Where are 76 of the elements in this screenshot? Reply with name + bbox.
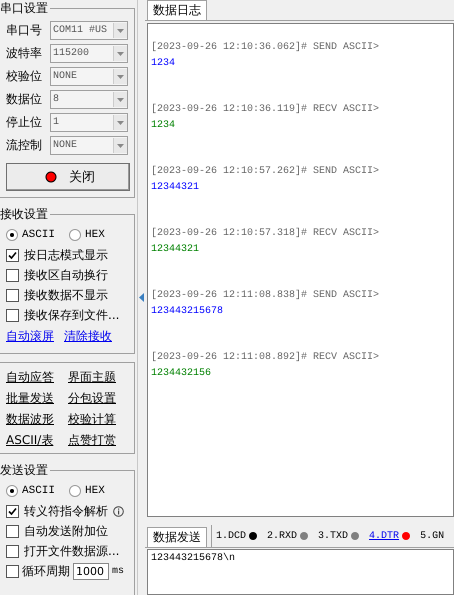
option-label: 转义符指令解析 — [24, 502, 108, 520]
log-data: 1234 — [151, 119, 176, 133]
tool-link[interactable]: 自动应答 — [6, 370, 54, 384]
tool-link[interactable]: 分包设置 — [68, 391, 116, 405]
signal-label[interactable]: 3.TXD — [318, 530, 348, 542]
checkbox[interactable] — [6, 248, 19, 262]
dropdown-arrow-icon[interactable] — [117, 74, 124, 78]
checkbox[interactable] — [6, 544, 19, 558]
dropdown-arrow-icon[interactable] — [117, 120, 124, 124]
log-header: [2023-09-26 12:10:57.318]# RECV ASCII> — [151, 226, 380, 241]
option-label: 接收区自动换行 — [24, 266, 108, 284]
dropdown[interactable]: COM11 #US — [50, 21, 128, 40]
field-label: 串口号 — [6, 22, 43, 39]
group-title: 接收设置 — [0, 206, 49, 223]
link[interactable]: 自动滚屏 — [6, 328, 54, 344]
tool-link[interactable]: 批量发送 — [6, 391, 54, 405]
signal-label[interactable]: 5.GN — [420, 530, 444, 542]
dropdown-arrow-icon[interactable] — [117, 144, 124, 148]
send-field[interactable]: 123443215678\n — [147, 549, 454, 595]
field-label: 流控制 — [6, 137, 43, 154]
tool-link[interactable]: 界面主题 — [68, 370, 116, 384]
option-label: 接收数据不显示 — [24, 286, 108, 304]
log-header: [2023-09-26 12:10:36.119]# RECV ASCII> — [151, 102, 380, 117]
radio-button[interactable]: HEX — [69, 229, 105, 241]
radio-button[interactable]: ASCII — [6, 485, 56, 497]
log-data: 123443215678 — [151, 305, 224, 319]
info-icon[interactable] — [113, 506, 124, 516]
signal-label[interactable]: 1.DCD — [216, 530, 246, 542]
option-label: 自动发送附加位 — [24, 522, 108, 540]
log-data: 1234432156 — [151, 367, 212, 381]
log-data: 12344321 — [151, 181, 200, 195]
checkbox[interactable] — [6, 504, 19, 518]
group-title: 发送设置 — [0, 462, 49, 479]
log-header: [2023-09-26 12:10:57.262]# SEND ASCII> — [151, 164, 380, 179]
close-port-button[interactable]: 关闭 — [6, 163, 130, 191]
checkbox[interactable] — [6, 268, 19, 282]
period-field[interactable]: 1000 — [73, 562, 109, 580]
dropdown-arrow-icon[interactable] — [117, 98, 124, 102]
log-header: [2023-09-26 12:11:08.838]# SEND ASCII> — [151, 288, 380, 303]
unit-label: ms — [112, 566, 124, 576]
field-label: 数据位 — [6, 91, 43, 108]
dropdown[interactable]: 8 — [50, 90, 128, 109]
log-header: [2023-09-26 12:11:08.892]# RECV ASCII> — [151, 350, 380, 365]
field-label: 停止位 — [6, 114, 43, 131]
dropdown[interactable]: 115200 — [50, 44, 128, 63]
group-title: 串口设置 — [0, 0, 49, 17]
signal-label[interactable]: 4.DTR — [369, 530, 400, 542]
log-data: 1234 — [151, 57, 176, 71]
collapse-arrow-icon[interactable] — [139, 293, 144, 302]
checkbox[interactable] — [6, 288, 19, 302]
field-label: 波特率 — [6, 45, 43, 62]
log-header: [2023-09-26 12:10:36.062]# SEND ASCII> — [151, 40, 380, 55]
radio-button[interactable]: HEX — [69, 485, 105, 497]
checkbox[interactable] — [6, 564, 19, 578]
radio-button[interactable]: ASCII — [6, 229, 56, 241]
tool-link[interactable]: 点赞打赏 — [68, 433, 116, 447]
dropdown[interactable]: 1 — [50, 113, 128, 132]
option-label: 循环周期 — [22, 562, 70, 580]
log-tab[interactable]: 数据日志 — [147, 0, 207, 20]
dropdown-arrow-icon[interactable] — [117, 52, 124, 56]
option-label: 接收保存到文件... — [24, 306, 120, 324]
log-data: 12344321 — [151, 243, 200, 257]
dropdown-arrow-icon[interactable] — [117, 28, 124, 32]
checkbox[interactable] — [6, 524, 19, 538]
tool-link[interactable]: 校验计算 — [68, 412, 116, 426]
tool-link[interactable]: ASCII/表 — [6, 433, 54, 447]
checkbox[interactable] — [6, 308, 19, 322]
dropdown[interactable]: NONE — [50, 67, 128, 86]
send-tab[interactable]: 数据发送 — [147, 527, 207, 547]
option-label: 按日志模式显示 — [24, 246, 108, 264]
option-label: 打开文件数据源... — [24, 542, 120, 560]
dropdown[interactable]: NONE — [50, 136, 128, 155]
signal-label[interactable]: 2.RXD — [267, 530, 298, 542]
field-label: 校验位 — [6, 68, 43, 85]
link[interactable]: 清除接收 — [64, 328, 112, 344]
tool-link[interactable]: 数据波形 — [6, 412, 54, 426]
